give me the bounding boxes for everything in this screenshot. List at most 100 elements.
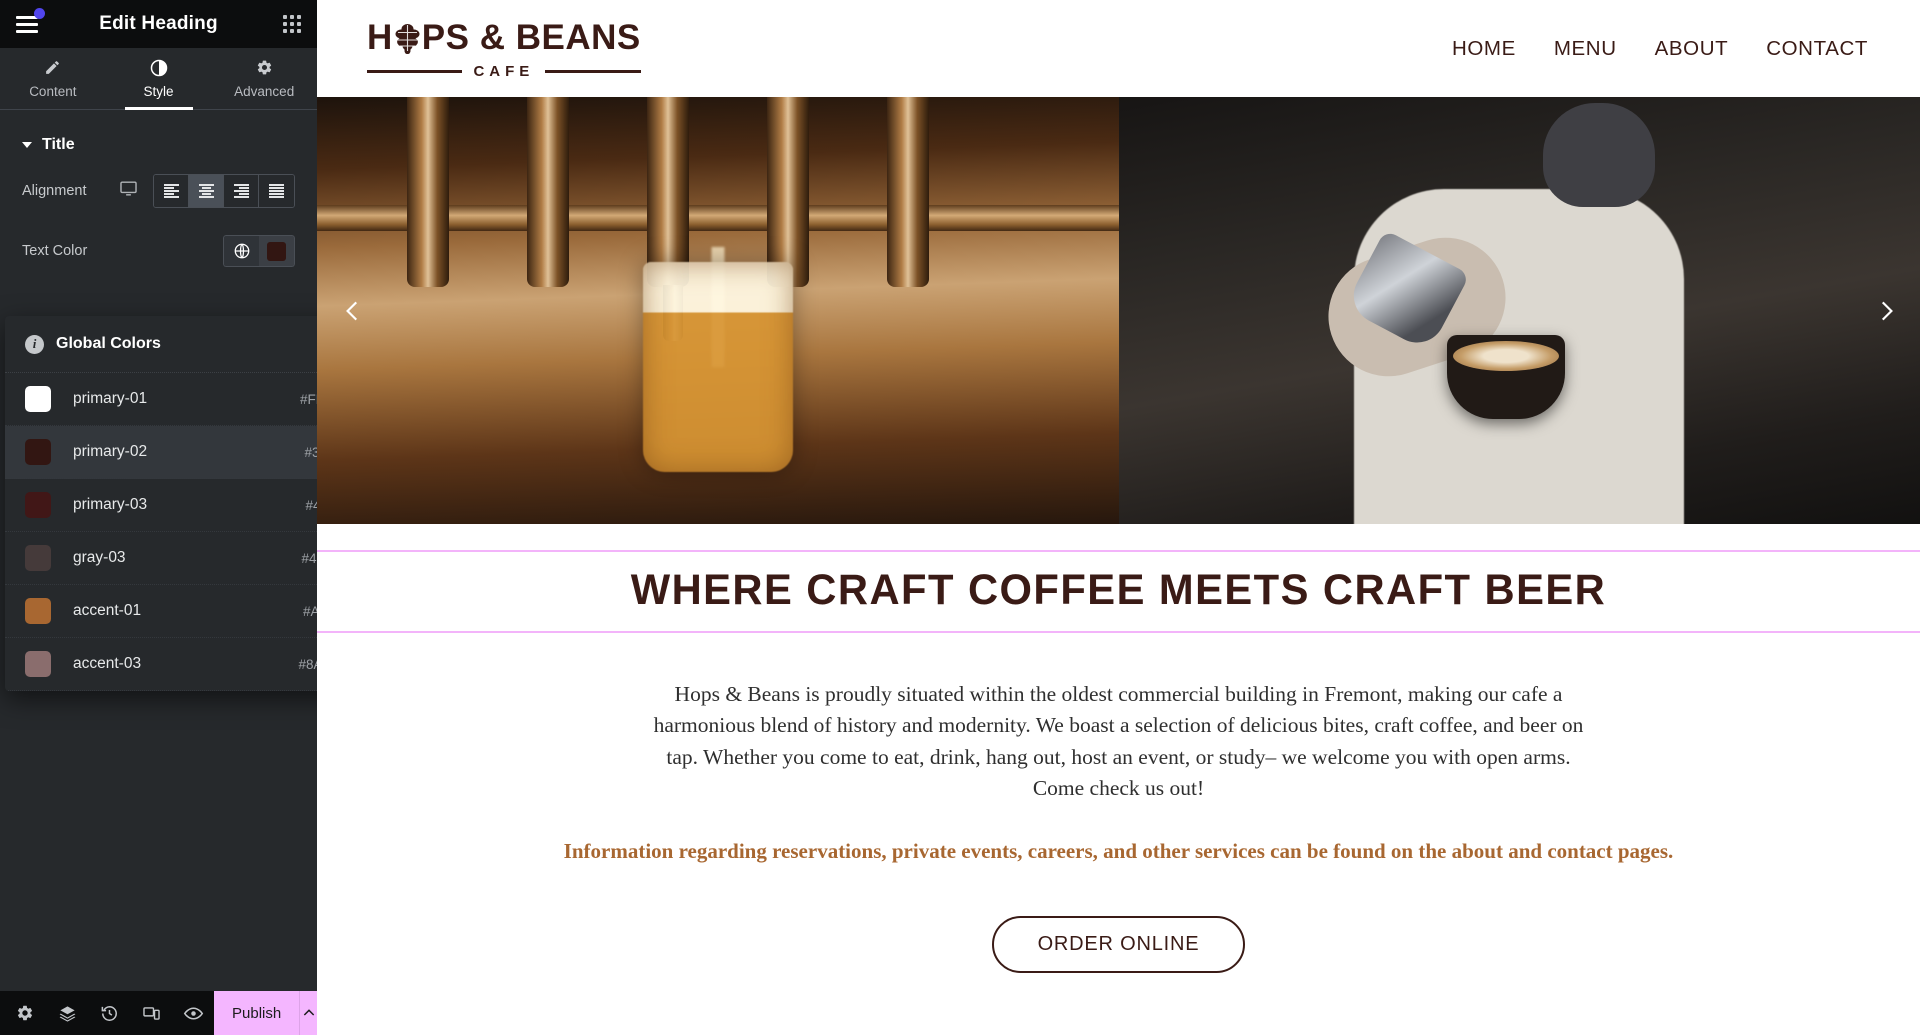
chevron-right-icon[interactable] — [1866, 291, 1906, 331]
caret-down-icon — [22, 142, 32, 148]
global-color-name: primary-01 — [73, 390, 148, 407]
section-title-title[interactable]: Title — [0, 110, 317, 154]
logo-rule-right — [545, 69, 641, 73]
global-color-hex: #8A6D6D — [298, 656, 317, 672]
publish-button[interactable]: Publish — [214, 991, 300, 1035]
global-color-item[interactable]: gray-03 #453A3A — [5, 532, 317, 585]
navigator-layers-icon[interactable] — [46, 991, 88, 1035]
tap-column — [527, 97, 569, 287]
global-color-name: accent-03 — [73, 655, 142, 672]
tab-content-label: Content — [29, 83, 77, 99]
barista-head — [1543, 103, 1656, 207]
info-note: Information regarding reservations, priv… — [563, 838, 1674, 863]
global-color-item[interactable]: primary-03 #411717 — [5, 479, 317, 532]
latte-art-foam — [1453, 341, 1560, 371]
pencil-icon — [44, 59, 62, 77]
global-color-item[interactable]: primary-02 #321612 — [5, 426, 317, 479]
align-right-button[interactable] — [224, 175, 259, 207]
global-color-item[interactable]: accent-03 #8A6D6D — [5, 638, 317, 691]
global-color-swatch — [25, 492, 51, 518]
global-color-swatch — [25, 386, 51, 412]
tab-advanced[interactable]: Advanced — [211, 48, 317, 109]
elementor-editor-panel: Edit Heading Content Style Advanced Titl… — [0, 0, 317, 1035]
tab-advanced-label: Advanced — [234, 83, 295, 99]
global-color-hex: #A86731 — [302, 603, 317, 619]
tab-style[interactable]: Style — [106, 48, 212, 109]
page-heading: WHERE CRAFT COFFEE MEETS CRAFT BEER — [630, 566, 1607, 614]
global-colors-popover: i Global Colors primary-01#FFFFFFprimary… — [5, 316, 317, 691]
global-color-hex: #453A3A — [301, 550, 317, 566]
global-color-item[interactable]: primary-01 #FFFFFF — [5, 373, 317, 426]
chevron-left-icon[interactable] — [333, 291, 373, 331]
global-color-swatch — [25, 439, 51, 465]
nav-link-contact[interactable]: CONTACT — [1766, 37, 1868, 61]
logo-wordmark: H PS & BEANS — [367, 18, 641, 58]
panel-tabs: Content Style Advanced — [0, 48, 317, 110]
text-color-label: Text Color — [22, 243, 88, 259]
site-header: H PS & BEANS CAFE HOME MENU ABOUT CONTAC… — [317, 0, 1920, 97]
site-logo[interactable]: H PS & BEANS CAFE — [367, 18, 641, 80]
text-color-swatch[interactable] — [259, 235, 295, 267]
history-icon[interactable] — [88, 991, 130, 1035]
responsive-mode-icon[interactable] — [130, 991, 172, 1035]
logo-sub-label: CAFE — [473, 62, 535, 80]
logo-main-before: H — [367, 17, 393, 57]
global-colors-header: i Global Colors — [5, 316, 317, 373]
globe-icon[interactable] — [223, 235, 259, 267]
global-color-hex: #FFFFFF — [300, 391, 317, 407]
control-alignment: Alignment — [0, 168, 317, 214]
info-icon[interactable]: i — [25, 334, 44, 354]
text-color-control — [223, 235, 295, 267]
intro-paragraph: Hops & Beans is proudly situated within … — [653, 682, 1584, 801]
beer-glass — [642, 262, 793, 472]
chevron-up-icon[interactable] — [299, 991, 317, 1035]
tap-column — [767, 97, 809, 287]
order-online-button[interactable]: ORDER ONLINE — [991, 915, 1246, 973]
nav-link-about[interactable]: ABOUT — [1655, 37, 1729, 61]
hamburger-icon[interactable] — [16, 8, 45, 35]
monitor-icon[interactable] — [119, 179, 139, 203]
logo-rule-left — [367, 69, 463, 73]
align-justify-button[interactable] — [259, 175, 294, 207]
panel-title: Edit Heading — [99, 13, 218, 34]
cta-wrapper: ORDER ONLINE — [317, 915, 1920, 973]
align-left-button[interactable] — [154, 175, 189, 207]
global-color-name: primary-03 — [73, 496, 148, 513]
global-color-name: primary-02 — [73, 443, 148, 460]
panel-body: Title Alignment Text Color i Global Colo… — [0, 110, 317, 1035]
element-selection-line-bottom — [317, 631, 1920, 633]
logo-subtitle: CAFE — [367, 63, 641, 80]
logo-main-after: PS & BEANS — [421, 17, 641, 57]
tap-column — [647, 97, 689, 287]
grid-apps-icon[interactable] — [283, 15, 301, 33]
global-colors-list: primary-01#FFFFFFprimary-02#321612primar… — [5, 373, 317, 691]
settings-gear-icon[interactable] — [4, 991, 46, 1035]
panel-header: Edit Heading — [0, 0, 317, 48]
editor-root: Edit Heading Content Style Advanced Titl… — [0, 0, 1920, 1035]
panel-footer: Publish — [0, 991, 317, 1035]
global-color-swatch — [25, 545, 51, 571]
hero-slider — [317, 97, 1920, 524]
publish-label: Publish — [232, 1004, 282, 1022]
nav-link-menu[interactable]: MENU — [1554, 37, 1617, 61]
section-title-label: Title — [42, 136, 75, 153]
hop-cone-icon — [394, 21, 421, 54]
global-color-name: gray-03 — [73, 549, 126, 566]
latte-cup — [1447, 335, 1566, 419]
tap-column — [407, 97, 449, 287]
hero-slide-beer-taps — [317, 97, 1119, 524]
global-color-name: accent-01 — [73, 602, 142, 619]
global-color-swatch — [25, 598, 51, 624]
align-center-button[interactable] — [189, 175, 224, 207]
heading-widget[interactable]: WHERE CRAFT COFFEE MEETS CRAFT BEER — [317, 552, 1920, 631]
nav-link-home[interactable]: HOME — [1452, 37, 1516, 61]
notification-dot — [34, 8, 45, 19]
preview-eye-icon[interactable] — [172, 991, 214, 1035]
global-color-item[interactable]: accent-01 #A86731 — [5, 585, 317, 638]
tab-content[interactable]: Content — [0, 48, 106, 109]
tab-style-label: Style — [143, 83, 174, 99]
hero-slide-barista-latte — [1118, 97, 1920, 524]
global-colors-title: Global Colors — [56, 335, 161, 352]
alignment-options — [153, 174, 295, 208]
global-color-swatch — [25, 651, 51, 677]
